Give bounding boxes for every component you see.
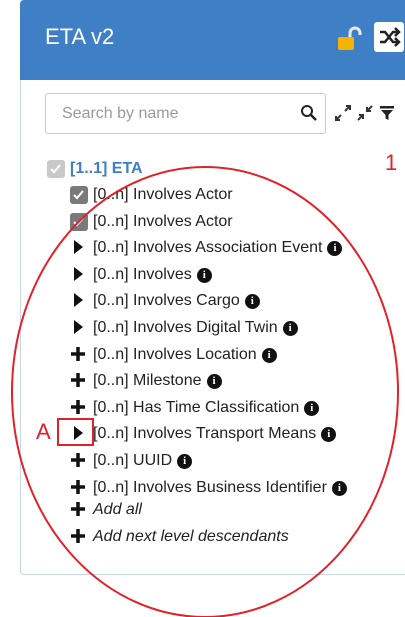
tree-item[interactable]: [0..n] Involves i bbox=[70, 263, 212, 287]
unlocked-padlock-icon[interactable] bbox=[336, 26, 362, 52]
tree-item[interactable]: [0..n] Involves Location i bbox=[70, 343, 277, 367]
tree-root[interactable]: [1..1] ETA bbox=[47, 157, 143, 181]
tree-item[interactable]: [0..n] Involves Cargo i bbox=[70, 289, 260, 313]
add-all-label[interactable]: Add all bbox=[93, 501, 142, 519]
shuffle-icon[interactable] bbox=[374, 22, 404, 52]
tree-item-label[interactable]: [0..n] UUID bbox=[93, 452, 172, 470]
tree-item-label[interactable]: [0..n] Involves Business Identifier bbox=[93, 479, 327, 497]
tree-item[interactable]: [0..n] Milestone i bbox=[70, 369, 222, 393]
add-all-item[interactable]: Add all bbox=[70, 498, 142, 522]
expand-caret-icon[interactable] bbox=[70, 266, 88, 284]
tree-item[interactable]: [0..n] UUID i bbox=[70, 449, 193, 473]
tree-item[interactable]: [0..n] Involves Business Identifier i bbox=[70, 476, 347, 500]
info-icon[interactable]: i bbox=[196, 267, 212, 283]
tree-item-label[interactable]: [0..n] Involves Location bbox=[93, 346, 257, 364]
info-icon[interactable]: i bbox=[244, 293, 260, 309]
plus-icon[interactable] bbox=[70, 346, 88, 364]
checkbox-checked-icon[interactable] bbox=[70, 213, 88, 231]
tree-item-label[interactable]: [0..n] Involves bbox=[93, 266, 192, 284]
info-icon[interactable]: i bbox=[304, 400, 320, 416]
tree-item[interactable]: [0..n] Has Time Classification i bbox=[70, 396, 320, 420]
checkbox-icon[interactable] bbox=[47, 160, 65, 178]
expand-icon[interactable] bbox=[334, 104, 352, 122]
search-field[interactable] bbox=[45, 93, 326, 134]
tree-item-label[interactable]: [0..n] Involves Transport Means bbox=[93, 425, 316, 443]
annotation-label-a: A bbox=[36, 419, 51, 444]
search-input[interactable] bbox=[60, 94, 284, 133]
expand-caret-icon[interactable] bbox=[70, 292, 88, 310]
plus-icon[interactable] bbox=[70, 452, 88, 470]
panel-title: ETA v2 bbox=[45, 24, 115, 49]
info-icon[interactable]: i bbox=[206, 373, 222, 389]
tree-item-label[interactable]: [0..n] Involves Actor bbox=[93, 213, 233, 231]
info-icon[interactable]: i bbox=[261, 347, 277, 363]
tree-item-label[interactable]: [0..n] Involves Digital Twin bbox=[93, 319, 278, 337]
add-next-level-item[interactable]: Add next level descendants bbox=[70, 525, 289, 549]
tree-item[interactable]: [0..n] Involves Digital Twin i bbox=[70, 316, 298, 340]
add-next-level-label[interactable]: Add next level descendants bbox=[93, 528, 289, 546]
tree-item[interactable]: [0..n] Involves Actor bbox=[70, 183, 233, 207]
tree-root-label[interactable]: [1..1] ETA bbox=[70, 160, 143, 178]
tree-item-label[interactable]: [0..n] Involves Cargo bbox=[93, 292, 240, 310]
annotation-box bbox=[57, 418, 94, 446]
info-icon[interactable]: i bbox=[327, 240, 343, 256]
tree-item-label[interactable]: [0..n] Involves Association Event bbox=[93, 239, 322, 257]
info-icon[interactable]: i bbox=[321, 426, 337, 442]
annotation-label-1: 1 bbox=[385, 150, 398, 175]
tree-item-label[interactable]: [0..n] Involves Actor bbox=[93, 186, 233, 204]
plus-icon[interactable] bbox=[70, 479, 88, 497]
plus-icon[interactable] bbox=[70, 528, 88, 546]
tree-item[interactable]: [0..n] Involves Transport Means i bbox=[70, 422, 337, 446]
tree-item-label[interactable]: [0..n] Milestone bbox=[93, 372, 202, 390]
search-icon[interactable] bbox=[300, 104, 318, 122]
info-icon[interactable]: i bbox=[331, 480, 347, 496]
filter-icon[interactable] bbox=[378, 104, 396, 122]
tree-item[interactable]: [0..n] Involves Association Event i bbox=[70, 236, 343, 260]
plus-icon[interactable] bbox=[70, 399, 88, 417]
info-icon[interactable]: i bbox=[282, 320, 298, 336]
plus-icon[interactable] bbox=[70, 372, 88, 390]
info-icon[interactable]: i bbox=[177, 453, 193, 469]
plus-icon[interactable] bbox=[70, 501, 88, 519]
tree-item-label[interactable]: [0..n] Has Time Classification bbox=[93, 399, 299, 417]
tree-item[interactable]: [0..n] Involves Actor bbox=[70, 210, 233, 234]
collapse-icon[interactable] bbox=[356, 104, 374, 122]
expand-caret-icon[interactable] bbox=[70, 239, 88, 257]
checkbox-checked-icon[interactable] bbox=[70, 186, 88, 204]
expand-caret-icon[interactable] bbox=[70, 319, 88, 337]
